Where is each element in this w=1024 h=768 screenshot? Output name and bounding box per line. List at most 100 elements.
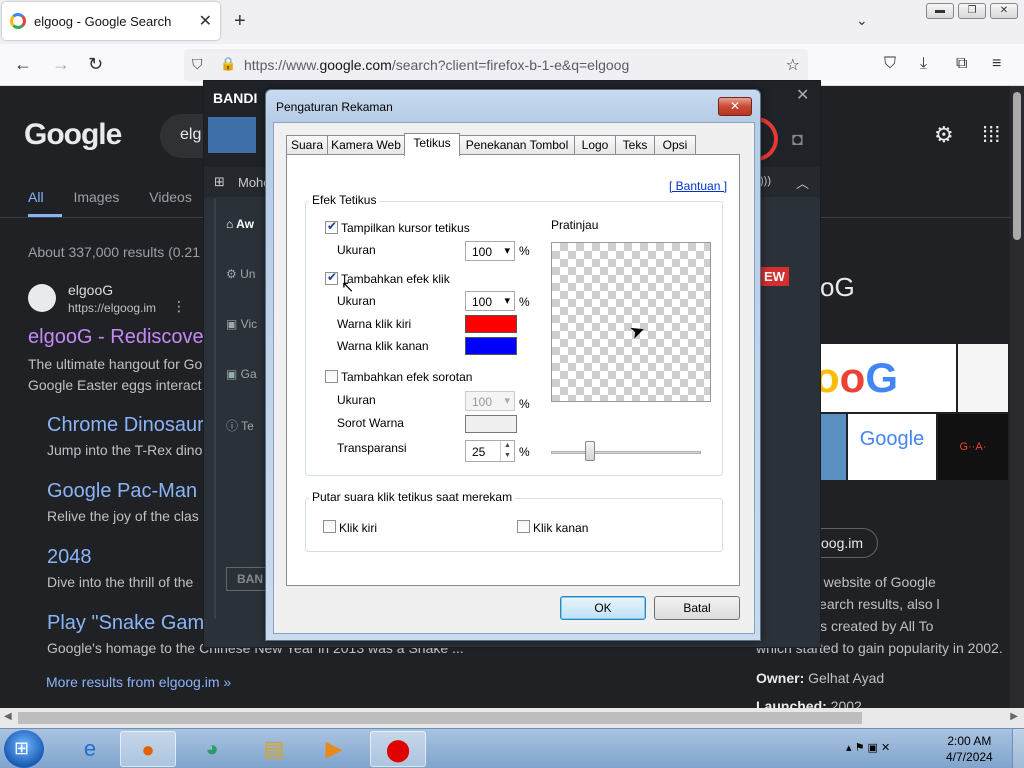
tab-list-button[interactable]: ⌄	[856, 12, 868, 29]
minimize-button[interactable]: ▬	[926, 3, 954, 19]
right-click-color-swatch[interactable]	[465, 337, 517, 355]
clock[interactable]: 2:00 AM 4/7/2024	[946, 733, 993, 765]
click-size-select[interactable]: 100	[465, 291, 515, 311]
tab-images[interactable]: Images	[73, 189, 119, 205]
apps-grid-icon[interactable]: ⁞⁞⁞	[982, 122, 1000, 148]
sublink-title[interactable]: Play "Snake Gam	[47, 612, 204, 635]
bookmark-star-icon[interactable]: ☆	[786, 55, 800, 75]
screen-mode-icon[interactable]	[208, 117, 256, 153]
explorer-icon[interactable]: ▤	[246, 731, 302, 767]
ie-icon[interactable]: e	[62, 731, 118, 767]
start-button[interactable]: ⊞	[4, 730, 44, 768]
tab-penekanan-tombol[interactable]: Penekanan Tombol	[459, 135, 575, 155]
scroll-right-icon[interactable]: ▶	[1010, 711, 1018, 722]
tab-logo[interactable]: Logo	[574, 135, 616, 155]
forward-icon[interactable]: →	[52, 54, 70, 75]
record-icon[interactable]: ⬤	[370, 731, 426, 767]
windows-logo-icon: ⊞	[14, 738, 30, 758]
sound-left-click-label[interactable]: Klik kiri	[339, 521, 377, 535]
sublink-title[interactable]: Google Pac-Man	[47, 480, 197, 503]
percent-label: %	[519, 397, 530, 411]
sound-right-click-checkbox[interactable]	[517, 520, 530, 533]
horizontal-scrollbar[interactable]: ◀ ▶	[0, 708, 1024, 728]
kp-image-doodle[interactable]: Google	[848, 414, 936, 480]
system-tray[interactable]: ▴ ⚑ ▣ ✕	[846, 741, 890, 754]
kp-image-screenshot[interactable]	[958, 344, 1008, 412]
lock-icon[interactable]: 🔒	[220, 56, 236, 72]
sidebar-item-image[interactable]: ▣ Ga	[226, 367, 257, 381]
bandicam-close-icon[interactable]: ✕	[796, 85, 809, 105]
extensions-icon[interactable]: ⧉	[956, 55, 967, 73]
sublink-title[interactable]: 2048	[47, 546, 92, 569]
back-icon[interactable]: ←	[14, 54, 32, 75]
dialog-close-button[interactable]: ✕	[718, 97, 752, 116]
sidebar-item-general[interactable]: ⚙ Un	[226, 267, 255, 281]
sublink-title[interactable]: Chrome Dinosaur	[47, 414, 204, 437]
sound-right-click-label[interactable]: Klik kanan	[533, 521, 588, 535]
show-cursor-label[interactable]: Tampilkan kursor tetikus	[341, 221, 470, 235]
google-favicon-icon	[10, 13, 26, 29]
more-options-icon[interactable]: ⋮	[172, 298, 186, 315]
reload-icon[interactable]: ↻	[88, 54, 103, 75]
show-cursor-checkbox[interactable]	[325, 219, 338, 234]
tab-teks[interactable]: Teks	[615, 135, 655, 155]
settings-gear-icon[interactable]: ⚙	[934, 122, 954, 148]
sidebar-item-about[interactable]: ⓘ Te	[226, 417, 254, 434]
sound-left-click-checkbox[interactable]	[323, 520, 336, 533]
kp-image-game[interactable]: G··A·	[938, 414, 1008, 480]
menu-icon[interactable]: ≡	[992, 55, 1001, 73]
show-desktop-button[interactable]	[1012, 729, 1024, 768]
download-icon[interactable]: ⤓	[920, 55, 927, 73]
scroll-left-icon[interactable]: ◀	[4, 711, 12, 722]
more-results-link[interactable]: More results from elgoog.im »	[46, 674, 231, 690]
result-title-link[interactable]: elgooG - Rediscove	[28, 326, 204, 349]
vertical-scroll-thumb[interactable]	[1013, 92, 1021, 240]
sidebar-item-home[interactable]: ⌂ Aw	[226, 217, 254, 231]
firefox-icon[interactable]: ●	[120, 731, 176, 767]
media-icon[interactable]: ▶	[306, 731, 362, 767]
tracking-shield-icon[interactable]: ⛉	[192, 56, 203, 73]
browser-tab[interactable]: elgoog - Google Search ✕	[2, 2, 220, 40]
site-url[interactable]: https://elgoog.im	[68, 301, 156, 315]
transparency-spinner[interactable]: 25 ▲ ▼	[465, 440, 515, 462]
tab-tetikus[interactable]: Tetikus	[404, 133, 460, 156]
kp-image-logo[interactable]: ooG	[820, 344, 956, 412]
maximize-button[interactable]: ❐	[958, 3, 986, 19]
pocket-icon[interactable]: ⛉	[884, 55, 896, 73]
tab-all[interactable]: All	[28, 189, 44, 205]
tab-close-icon[interactable]: ✕	[199, 11, 212, 31]
preview-slider-thumb[interactable]	[585, 441, 595, 461]
url-bar[interactable]: ⛉ 🔒 https://www.google.com/search?client…	[184, 49, 808, 81]
horizontal-scroll-thumb[interactable]	[18, 712, 862, 724]
left-click-color-swatch[interactable]	[465, 315, 517, 333]
highlight-effect-label[interactable]: Tambahkan efek sorotan	[341, 370, 472, 384]
cancel-button[interactable]: Batal	[654, 596, 740, 620]
tab-videos[interactable]: Videos	[149, 189, 192, 205]
new-tab-button[interactable]: +	[234, 10, 246, 33]
click-effect-label[interactable]: Tambahkan efek klik	[341, 272, 450, 286]
sidebar-item-video[interactable]: ▣ Vic	[226, 317, 257, 331]
help-link[interactable]: [ Bantuan ]	[669, 179, 727, 193]
preview-slider-track[interactable]	[551, 451, 701, 454]
tab-opsi[interactable]: Opsi	[654, 135, 696, 155]
url-text[interactable]: https://www.google.com/search?client=fir…	[244, 57, 629, 73]
kp-image-sky[interactable]	[820, 414, 846, 480]
highlight-color-swatch[interactable]	[465, 415, 517, 433]
tab-suara[interactable]: Suara	[286, 135, 328, 155]
bandicam-icon[interactable]: ◕	[184, 731, 240, 767]
vertical-scrollbar[interactable]	[1010, 86, 1024, 708]
google-logo[interactable]: Google	[24, 118, 122, 152]
ok-button[interactable]: OK	[560, 596, 646, 620]
audio-icon[interactable]: )))	[760, 175, 771, 187]
window-close-button[interactable]: ✕	[990, 3, 1018, 19]
site-name[interactable]: elgooG	[68, 282, 113, 298]
grid-icon[interactable]: ⊞	[214, 174, 225, 190]
cursor-size-select[interactable]: 100	[465, 241, 515, 261]
collapse-icon[interactable]: ︿	[796, 173, 809, 192]
highlight-size-select[interactable]: 100	[465, 391, 515, 411]
screenshot-camera-icon[interactable]: ◘	[792, 129, 803, 150]
tab-kamera-web[interactable]: Kamera Web	[327, 135, 405, 155]
highlight-effect-checkbox[interactable]	[325, 370, 338, 383]
click-effect-checkbox[interactable]	[325, 270, 338, 285]
spinner-arrows-icon[interactable]: ▲ ▼	[500, 441, 514, 461]
